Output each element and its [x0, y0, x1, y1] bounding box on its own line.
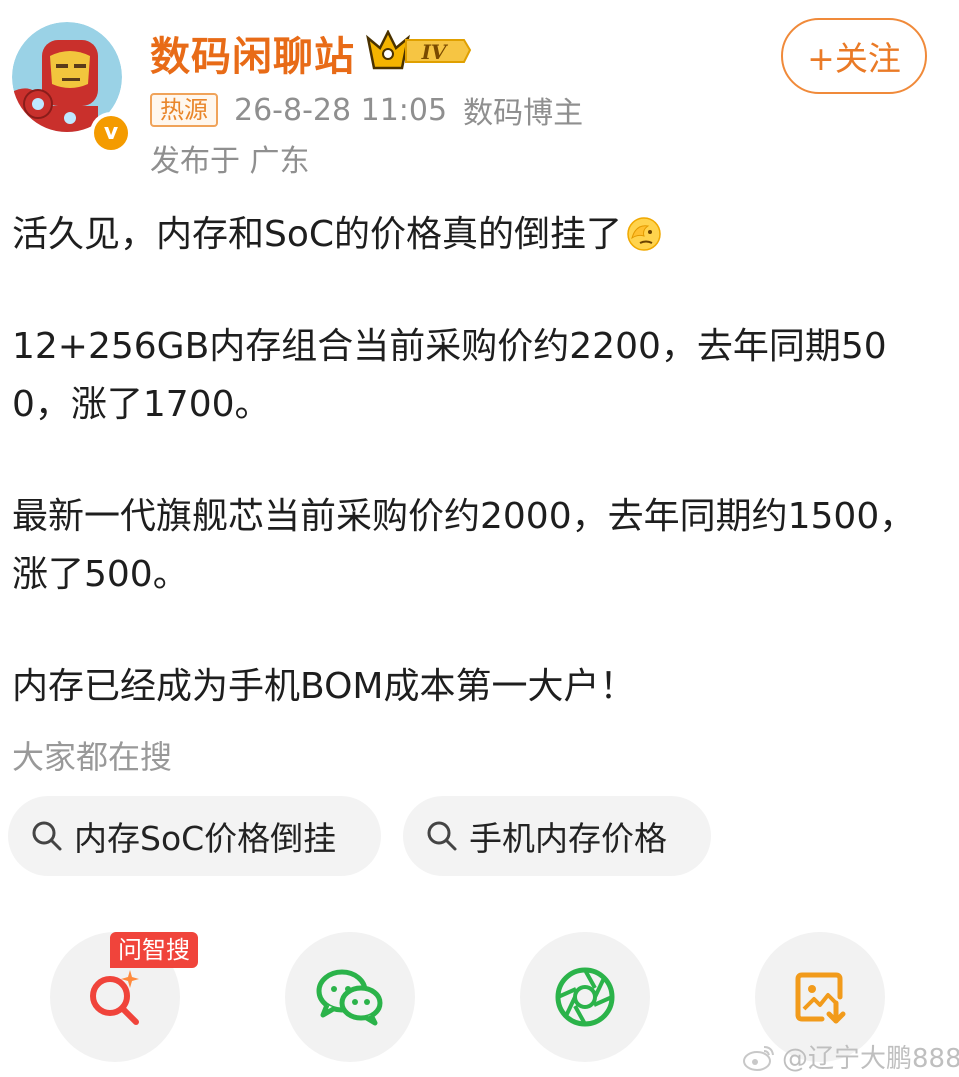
weibo-post-page: v 数码闲聊站 IV 热源 26-8-28 11:05 数码博主 发布于 广东 …	[0, 0, 959, 1077]
post-paragraph: 内存已经成为手机BOM成本第一大户！	[12, 666, 636, 707]
search-icon	[427, 821, 457, 851]
post-paragraph: 12+256GB内存组合当前采购价约2200，去年同期500，涨了1700。	[12, 326, 887, 425]
search-chip-label: 内存SoC价格倒挂	[74, 819, 337, 858]
moments-icon	[555, 967, 615, 1027]
save-image-icon	[795, 972, 846, 1024]
verified-mark: v	[94, 116, 128, 150]
trending-search-title: 大家都在搜	[12, 738, 173, 776]
timestamp: 26-8-28 11:05	[234, 92, 448, 128]
search-icon	[32, 821, 62, 851]
author-role: 数码博主	[463, 96, 584, 131]
watermark-text: @辽宁大鹏888	[782, 1044, 959, 1074]
ai-search-tag: 问智搜	[110, 932, 198, 968]
share-wechat-button[interactable]	[285, 932, 415, 1062]
verified-badge-icon: v	[90, 112, 132, 154]
search-chip[interactable]: 手机内存价格	[403, 796, 711, 876]
share-moments-button[interactable]	[520, 932, 650, 1062]
post-meta: 热源 26-8-28 11:05 数码博主	[150, 90, 584, 131]
facepalm-emoji-icon	[627, 217, 661, 251]
post-paragraph: 活久见，内存和SoC的价格真的倒挂了	[12, 206, 942, 264]
search-chip-label: 手机内存价格	[469, 819, 667, 858]
avatar[interactable]: v	[12, 22, 132, 154]
hot-tag[interactable]: 热源	[150, 93, 218, 127]
wechat-icon	[316, 969, 383, 1026]
crown-level-badge-icon: IV	[366, 30, 472, 70]
post-paragraph: 最新一代旗舰芯当前采购价约2000，去年同期约1500，涨了500。	[12, 496, 916, 595]
search-chip[interactable]: 内存SoC价格倒挂	[8, 796, 381, 876]
username[interactable]: 数码闲聊站	[150, 24, 355, 82]
watermark: @辽宁大鹏888	[742, 1038, 959, 1075]
post-content: 活久见，内存和SoC的价格真的倒挂了 12+256GB内存组合当前采购价约220…	[12, 206, 942, 716]
post-location: 发布于 广东	[150, 144, 310, 179]
ai-search-icon	[90, 970, 139, 1025]
level-text: IV	[421, 40, 449, 64]
post-paragraph-text: 活久见，内存和SoC的价格真的倒挂了	[12, 214, 623, 255]
weibo-logo-icon	[743, 1045, 774, 1071]
follow-button[interactable]: +关注	[781, 18, 927, 94]
